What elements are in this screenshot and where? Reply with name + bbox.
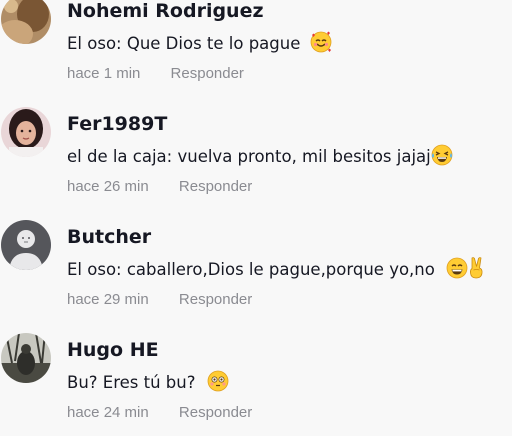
reply-button[interactable]: Responder: [179, 404, 252, 421]
comment-text-content: El oso: caballero,Dios le pague,porque y…: [67, 260, 435, 279]
username[interactable]: Fer1989T: [67, 113, 167, 135]
comment-meta: hace 26 min Responder: [67, 178, 252, 195]
reply-button[interactable]: Responder: [171, 65, 244, 82]
tears-of-joy-icon: [431, 144, 453, 166]
comment-text-content: El oso: Que Dios te lo pague: [67, 34, 301, 53]
avatar[interactable]: [1, 220, 51, 270]
avatar-photo: [1, 333, 51, 383]
comment-text: El oso: Que Dios te lo pague: [67, 31, 332, 53]
comment-text-content: el de la caja: vuelva pronto, mil besito…: [67, 147, 431, 166]
comment-item: Fer1989T el de la caja: vuelva pronto, m…: [0, 107, 512, 217]
default-avatar-icon: [1, 220, 51, 270]
comment-item: Butcher El oso: caballero,Dios le pague,…: [0, 220, 512, 330]
avatar-photo: [1, 0, 51, 44]
username[interactable]: Hugo HE: [67, 339, 159, 361]
avatar[interactable]: [1, 107, 51, 157]
reply-button[interactable]: Responder: [179, 291, 252, 308]
flushed-face-icon: [207, 370, 229, 392]
comment-meta: hace 29 min Responder: [67, 291, 252, 308]
comment-time: hace 1 min: [67, 65, 141, 82]
reply-button[interactable]: Responder: [179, 178, 252, 195]
comment-text: el de la caja: vuelva pronto, mil besito…: [67, 144, 453, 166]
avatar[interactable]: [1, 333, 51, 383]
comment-meta: hace 1 min Responder: [67, 65, 244, 82]
comment-time: hace 24 min: [67, 404, 149, 421]
comment-item: Nohemi Rodriguez El oso: Que Dios te lo …: [0, 0, 512, 104]
comment-text: Bu? Eres tú bu?: [67, 370, 229, 392]
comment-time: hace 26 min: [67, 178, 149, 195]
comment-meta: hace 24 min Responder: [67, 404, 252, 421]
victory-hand-icon: [469, 257, 485, 279]
username[interactable]: Nohemi Rodriguez: [67, 0, 264, 22]
comment-list: Nohemi Rodriguez El oso: Que Dios te lo …: [0, 0, 512, 436]
comment-time: hace 29 min: [67, 291, 149, 308]
username[interactable]: Butcher: [67, 226, 151, 248]
grinning-face-icon: [446, 257, 468, 279]
comment-text: El oso: caballero,Dios le pague,porque y…: [67, 257, 485, 279]
avatar[interactable]: [1, 0, 51, 44]
comment-text-content: Bu? Eres tú bu?: [67, 373, 196, 392]
comment-item: Hugo HE Bu? Eres tú bu? hace 24 min Resp…: [0, 333, 512, 436]
smiling-face-with-hearts-icon: [310, 31, 332, 53]
avatar-photo: [1, 107, 51, 157]
